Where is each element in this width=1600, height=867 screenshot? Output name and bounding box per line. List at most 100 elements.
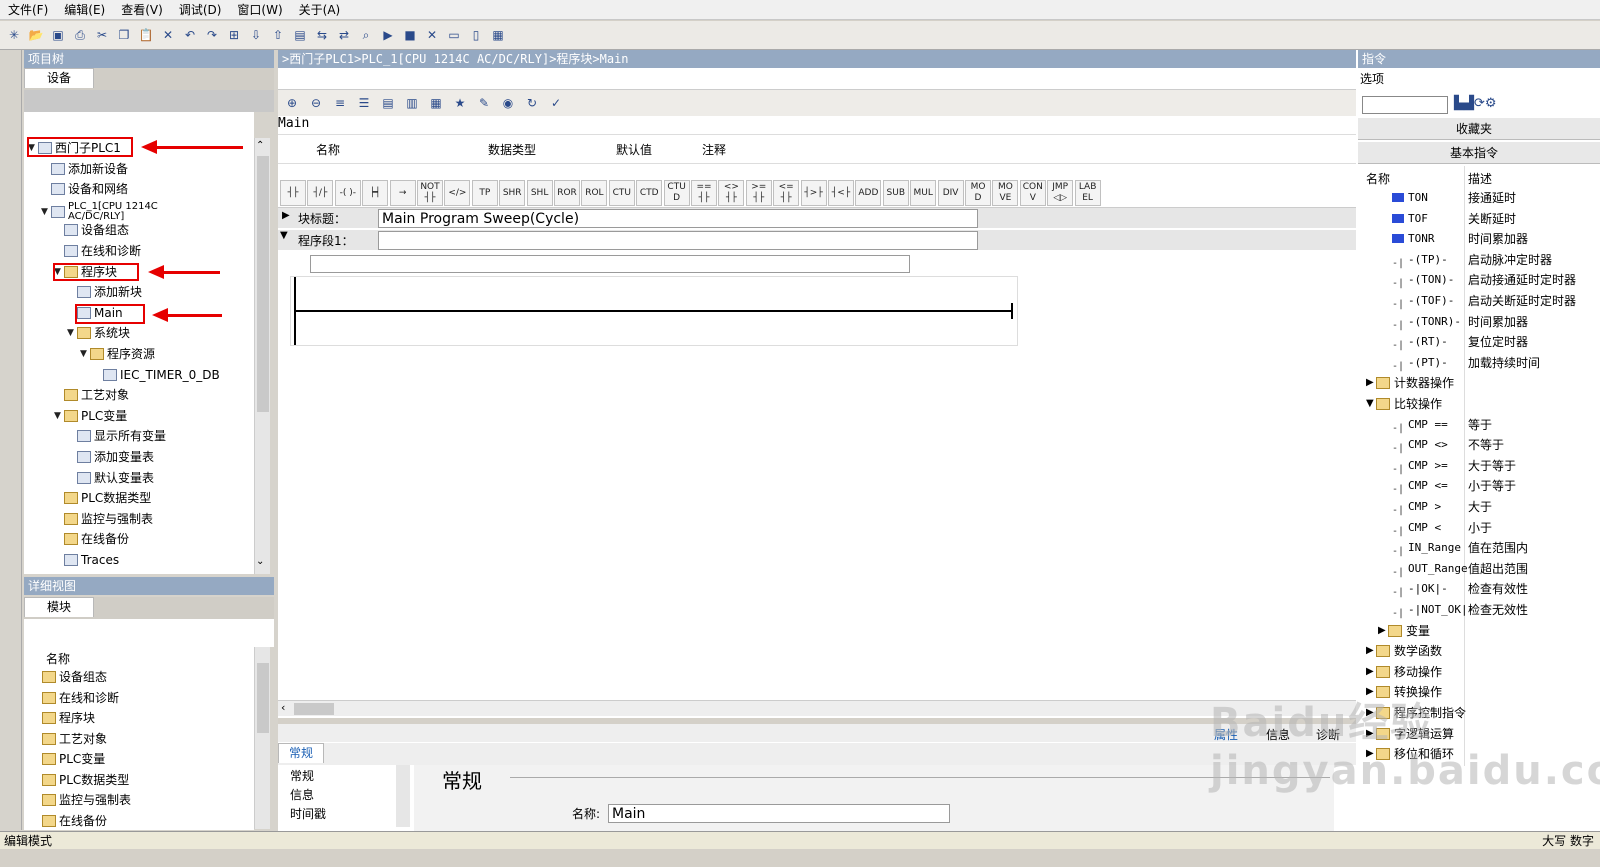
instruction-row-1[interactable]: TOF 关断延时 bbox=[1362, 209, 1600, 229]
nav-timestamp[interactable]: 时间戳 bbox=[290, 805, 326, 822]
tree-item-16[interactable]: 默认变量表 bbox=[67, 468, 154, 488]
menu-item-0[interactable]: 文件(F) bbox=[0, 0, 56, 20]
instruction-row-20[interactable]: -| -|NOT_OK|- 检查无效性 bbox=[1362, 600, 1600, 620]
ladder-tool-26[interactable]: MO VE bbox=[992, 180, 1019, 206]
expand-icon[interactable]: ▼ bbox=[54, 406, 64, 426]
close-all-icon[interactable]: ▥ bbox=[402, 93, 422, 113]
options-field[interactable] bbox=[1362, 96, 1448, 114]
copy-icon[interactable]: ❐ bbox=[114, 25, 134, 45]
new-project-icon[interactable]: ✳ bbox=[4, 25, 24, 45]
ladder-tool-25[interactable]: MO D bbox=[965, 180, 991, 206]
instruction-row-2[interactable]: TONR 时间累加器 bbox=[1362, 229, 1600, 249]
ladder-tool-28[interactable]: JMP ◁▷ bbox=[1047, 180, 1074, 206]
expand-icon[interactable]: ▼ bbox=[80, 344, 90, 364]
save-icon[interactable]: ▣ bbox=[48, 25, 68, 45]
instruction-row-17[interactable]: -| IN_Range 值在范围内 bbox=[1362, 538, 1600, 558]
ladder-tool-15[interactable]: == ┤├ bbox=[691, 180, 717, 206]
expand-icon[interactable]: ▼ bbox=[1366, 394, 1374, 414]
instruction-row-0[interactable]: TON 接通延时 bbox=[1362, 188, 1600, 208]
ladder-tool-20[interactable]: ┤<├ bbox=[828, 180, 854, 206]
offline-icon[interactable]: ⇄ bbox=[334, 25, 354, 45]
start-cpu-icon[interactable]: ▶ bbox=[378, 25, 398, 45]
ladder-tool-16[interactable]: <> ┤├ bbox=[718, 180, 745, 206]
close-icon[interactable]: ✕ bbox=[422, 25, 442, 45]
ladder-tool-6[interactable]: </> bbox=[444, 180, 471, 206]
tree-item-9[interactable]: ▼ 系统块 bbox=[67, 323, 130, 343]
detail-item-6[interactable]: 监控与强制表 bbox=[42, 790, 131, 810]
insert-network-icon[interactable]: ⊕ bbox=[282, 93, 302, 113]
scroll-down-icon[interactable]: ⌄ bbox=[256, 556, 264, 567]
scroll-up-icon[interactable]: ⌃ bbox=[256, 140, 264, 151]
upload-icon[interactable]: ⇧ bbox=[268, 25, 288, 45]
ladder-tool-22[interactable]: SUB bbox=[882, 180, 909, 206]
instruction-row-4[interactable]: -| -(TON)- 启动接通延时定时器 bbox=[1362, 270, 1600, 290]
tree-item-11[interactable]: IEC_TIMER_0_DB bbox=[93, 365, 220, 385]
download-icon[interactable]: ⇩ bbox=[246, 25, 266, 45]
instruction-row-11[interactable]: -| CMP == 等于 bbox=[1362, 415, 1600, 435]
toggle-comments-icon[interactable]: ✎ bbox=[474, 93, 494, 113]
instruction-row-8[interactable]: -| -(PT)- 加载持续时间 bbox=[1362, 353, 1600, 373]
ladder-tool-0[interactable]: ┤├ bbox=[280, 180, 306, 206]
monitor-icon[interactable]: ◉ bbox=[498, 93, 518, 113]
ladder-tool-5[interactable]: NOT ┤├ bbox=[417, 180, 443, 206]
expand-icon[interactable]: ▶ bbox=[1366, 373, 1374, 393]
basic-instructions-header[interactable]: 基本指令 bbox=[1358, 142, 1600, 164]
split-vertical-icon[interactable]: ▯ bbox=[466, 25, 486, 45]
ladder-tool-29[interactable]: LAB EL bbox=[1074, 180, 1101, 206]
open-all-icon[interactable]: ▤ bbox=[378, 93, 398, 113]
instruction-row-10[interactable]: ▼ 比较操作 bbox=[1362, 394, 1600, 414]
menu-item-3[interactable]: 调试(D) bbox=[171, 0, 230, 20]
redo-icon[interactable]: ↷ bbox=[202, 25, 222, 45]
ladder-tool-11[interactable]: ROL bbox=[581, 180, 608, 206]
detail-item-2[interactable]: 程序块 bbox=[42, 708, 95, 728]
nav-general[interactable]: 常规 bbox=[290, 767, 314, 784]
collapse-title-icon[interactable]: ▶ bbox=[282, 210, 290, 221]
instruction-row-9[interactable]: ▶ 计数器操作 bbox=[1362, 373, 1600, 393]
instruction-row-23[interactable]: ▶ 移动操作 bbox=[1362, 662, 1600, 682]
ladder-tool-21[interactable]: ADD bbox=[855, 180, 882, 206]
tree-item-17[interactable]: PLC数据类型 bbox=[54, 488, 151, 508]
ladder-tool-7[interactable]: TP bbox=[471, 180, 498, 206]
ladder-tool-9[interactable]: SHL bbox=[526, 180, 553, 206]
options-icons[interactable]: ▙▟⟳⚙ bbox=[1454, 96, 1497, 111]
tree-item-12[interactable]: 工艺对象 bbox=[54, 385, 129, 405]
tree-item-4[interactable]: 设备组态 bbox=[54, 220, 129, 240]
tab-module[interactable]: 模块 bbox=[24, 597, 95, 617]
instruction-row-16[interactable]: -| CMP < 小于 bbox=[1362, 518, 1600, 538]
editor-hscrollbar[interactable]: ‹ bbox=[278, 700, 1356, 716]
tree-item-18[interactable]: 监控与强制表 bbox=[54, 509, 153, 529]
absolute-operands-icon[interactable]: ▦ bbox=[426, 93, 446, 113]
instruction-row-12[interactable]: -| CMP <> 不等于 bbox=[1362, 435, 1600, 455]
instruction-row-18[interactable]: -| OUT_Range 值超出范围 bbox=[1362, 559, 1600, 579]
tree-item-19[interactable]: 在线备份 bbox=[54, 529, 129, 549]
detail-item-1[interactable]: 在线和诊断 bbox=[42, 688, 119, 708]
instruction-row-3[interactable]: -| -(TP)- 启动脉冲定时器 bbox=[1362, 250, 1600, 270]
instruction-row-7[interactable]: -| -(RT)- 复位定时器 bbox=[1362, 332, 1600, 352]
ladder-tool-14[interactable]: CTU D bbox=[663, 180, 690, 206]
online-icon[interactable]: ⇆ bbox=[312, 25, 332, 45]
instruction-row-5[interactable]: -| -(TOF)- 启动关断延时定时器 bbox=[1362, 291, 1600, 311]
instruction-row-13[interactable]: -| CMP >= 大于等于 bbox=[1362, 456, 1600, 476]
stop-cpu-icon[interactable]: ■ bbox=[400, 25, 420, 45]
undo-icon[interactable]: ↶ bbox=[180, 25, 200, 45]
tree-item-15[interactable]: 添加变量表 bbox=[67, 447, 154, 467]
scroll-left-icon[interactable]: ‹ bbox=[281, 701, 285, 714]
tree-scrollbar[interactable] bbox=[254, 138, 270, 574]
expand-icon[interactable]: ▶ bbox=[1366, 662, 1374, 682]
ladder-tool-10[interactable]: ROR bbox=[554, 180, 580, 206]
ladder-tool-18[interactable]: <= ┤├ bbox=[773, 180, 800, 206]
instruction-row-14[interactable]: -| CMP <= 小于等于 bbox=[1362, 476, 1600, 496]
expand-icon[interactable]: ▶ bbox=[1366, 641, 1374, 661]
instruction-row-15[interactable]: -| CMP > 大于 bbox=[1362, 497, 1600, 517]
split-horizontal-icon[interactable]: ▭ bbox=[444, 25, 464, 45]
menu-item-4[interactable]: 窗口(W) bbox=[229, 0, 290, 20]
paste-icon[interactable]: 📋 bbox=[136, 25, 156, 45]
memory-card-icon[interactable]: ▦ bbox=[488, 25, 508, 45]
detail-scrollbar[interactable] bbox=[254, 647, 270, 829]
tree-item-1[interactable]: 添加新设备 bbox=[41, 159, 128, 179]
menu-item-5[interactable]: 关于(A) bbox=[291, 0, 349, 20]
favorites-header[interactable]: 收藏夹 bbox=[1358, 118, 1600, 140]
delete-network-icon[interactable]: ⊖ bbox=[306, 93, 326, 113]
add-row-icon[interactable]: ☰ bbox=[354, 93, 374, 113]
detail-item-3[interactable]: 工艺对象 bbox=[42, 729, 107, 749]
